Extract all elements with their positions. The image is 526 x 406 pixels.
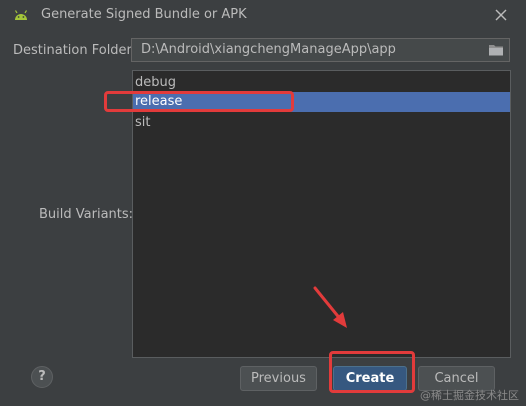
variant-label: debug — [135, 75, 176, 90]
destination-folder-label: Destination Folder: — [13, 43, 137, 58]
help-button[interactable]: ? — [31, 366, 53, 388]
title-bar: Generate Signed Bundle or APK — [0, 0, 526, 30]
create-highlight-box — [329, 351, 415, 393]
generate-signed-bundle-dialog: Generate Signed Bundle or APK Destinatio… — [0, 0, 526, 406]
close-icon[interactable] — [492, 6, 510, 24]
dialog-title: Generate Signed Bundle or APK — [41, 7, 247, 22]
build-variants-label: Build Variants: — [39, 207, 134, 222]
android-icon — [14, 10, 28, 20]
folder-icon[interactable] — [488, 43, 504, 57]
destination-folder-value[interactable]: D:\Android\xiangchengManageApp\app — [141, 42, 396, 57]
variant-label: sit — [135, 115, 151, 130]
watermark: @稀土掘金技术社区 — [420, 389, 519, 402]
release-highlight-box — [104, 91, 294, 112]
annotation-arrow-icon — [313, 286, 347, 328]
list-item-debug[interactable]: debug — [133, 73, 510, 93]
previous-button[interactable]: Previous — [240, 366, 317, 391]
destination-folder-field[interactable]: D:\Android\xiangchengManageApp\app — [131, 38, 510, 62]
list-item-sit[interactable]: sit — [133, 113, 510, 133]
